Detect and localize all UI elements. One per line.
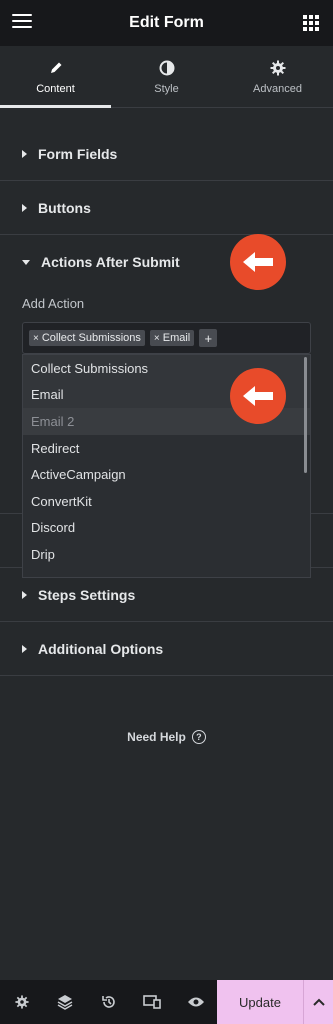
add-chip-button[interactable]: +	[199, 329, 218, 347]
section-additional-options[interactable]: Additional Options	[0, 622, 333, 676]
tab-style-label: Style	[154, 82, 179, 95]
add-action-label: Add Action	[22, 296, 85, 311]
hamburger-menu-icon[interactable]	[12, 14, 32, 32]
option-activecampaign[interactable]: ActiveCampaign	[23, 461, 310, 488]
section-label: Additional Options	[38, 640, 164, 657]
remove-icon[interactable]: ×	[154, 333, 160, 344]
tab-advanced[interactable]: Advanced	[222, 46, 333, 107]
caret-right-icon	[22, 149, 27, 158]
layers-icon[interactable]	[44, 980, 88, 1024]
top-bar: Edit Form	[0, 0, 333, 46]
bottom-toolbar: Update	[0, 980, 333, 1024]
tab-advanced-label: Advanced	[253, 82, 302, 95]
panel-tabs: Content Style Advanced	[0, 46, 333, 108]
pencil-icon	[49, 59, 63, 77]
annotation-arrow-left-icon	[230, 368, 286, 424]
question-circle-icon: ?	[191, 730, 206, 744]
chevron-up-icon[interactable]	[303, 980, 333, 1024]
preview-eye-icon[interactable]	[174, 980, 218, 1024]
option-redirect[interactable]: Redirect	[23, 435, 310, 462]
tab-content[interactable]: Content	[0, 46, 111, 108]
caret-right-icon	[22, 203, 27, 212]
section-steps-settings[interactable]: Steps Settings	[0, 568, 333, 622]
section-label: Form Fields	[38, 145, 118, 162]
panel-title: Edit Form	[129, 14, 204, 31]
section-buttons[interactable]: Buttons	[0, 181, 333, 235]
section-label: Buttons	[38, 199, 91, 216]
section-label: Steps Settings	[38, 586, 136, 603]
caret-down-icon	[22, 259, 30, 265]
responsive-devices-icon[interactable]	[131, 980, 175, 1024]
annotation-arrow-left-icon	[230, 234, 286, 290]
tab-content-label: Content	[36, 82, 75, 95]
chip-collect-submissions[interactable]: × Collect Submissions	[29, 330, 145, 346]
caret-right-icon	[22, 590, 27, 599]
chip-email[interactable]: × Email	[149, 330, 195, 346]
caret-right-icon	[22, 644, 27, 653]
dropdown-scrollbar[interactable]	[304, 357, 307, 473]
option-drip[interactable]: Drip	[23, 541, 310, 568]
option-convertkit[interactable]: ConvertKit	[23, 488, 310, 515]
chip-label: Email	[162, 332, 191, 344]
history-icon[interactable]	[87, 980, 131, 1024]
section-form-fields[interactable]: Form Fields	[0, 127, 333, 181]
settings-gear-icon[interactable]	[0, 980, 44, 1024]
chip-label: Collect Submissions	[41, 332, 141, 344]
section-label: Actions After Submit	[41, 254, 180, 270]
tab-style[interactable]: Style	[111, 46, 222, 107]
apps-grid-icon[interactable]	[303, 15, 319, 31]
need-help-link[interactable]: Need Help ?	[0, 730, 333, 744]
gear-icon	[270, 59, 286, 77]
add-action-multiselect[interactable]: × Collect Submissions × Email +	[22, 322, 311, 354]
half-circle-icon	[159, 59, 175, 77]
need-help-label: Need Help	[127, 730, 186, 744]
remove-icon[interactable]: ×	[33, 333, 39, 344]
update-button[interactable]: Update	[217, 980, 303, 1024]
option-discord[interactable]: Discord	[23, 515, 310, 542]
